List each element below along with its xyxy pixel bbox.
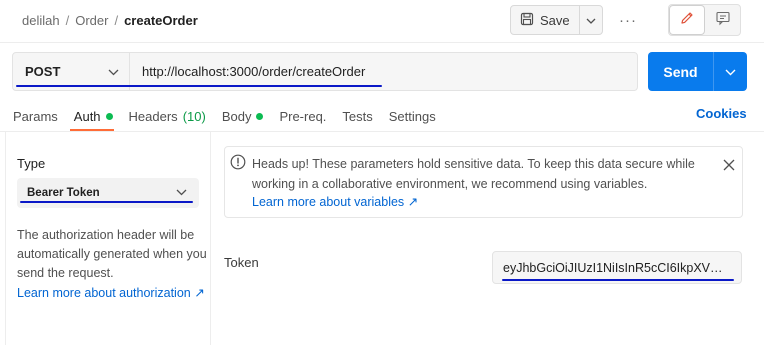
tab-label: Body: [221, 108, 252, 124]
auth-type-value: Bearer Token: [27, 187, 100, 199]
tab-headers[interactable]: Headers (10): [129, 106, 206, 126]
auth-type-label: Type: [17, 156, 46, 171]
breadcrumb: delilah / Order / createOrder: [22, 11, 198, 29]
headers-count: (10): [182, 108, 206, 124]
auth-description: The authorization header will be automat…: [17, 228, 207, 280]
breadcrumb-separator: /: [114, 12, 119, 28]
chevron-down-icon: [586, 11, 596, 29]
tab-label: Tests: [342, 108, 373, 124]
edit-mode-button[interactable]: [669, 5, 705, 35]
chevron-down-icon: [725, 63, 736, 81]
header-divider: [0, 42, 764, 43]
tab-tests[interactable]: Tests: [342, 106, 372, 126]
learn-more-variables-link[interactable]: Learn more about variables ↗: [252, 194, 418, 209]
learn-more-authorization-link[interactable]: Learn more about authorization ↗: [17, 285, 205, 300]
status-dot: [256, 112, 264, 120]
breadcrumb-workspace[interactable]: delilah: [22, 13, 60, 28]
send-options-button[interactable]: [714, 52, 747, 91]
save-options-button[interactable]: [580, 6, 602, 34]
save-button-group: Save: [510, 5, 603, 35]
annotation-underline: [16, 85, 382, 87]
chevron-down-icon: [176, 187, 187, 199]
tab-label: Settings: [388, 108, 436, 124]
send-button[interactable]: Send: [648, 52, 714, 91]
breadcrumb-collection[interactable]: Order: [75, 13, 108, 28]
page-title[interactable]: createOrder: [124, 13, 198, 28]
tab-label: Params: [13, 108, 58, 124]
auth-type-select[interactable]: Bearer Token: [17, 178, 199, 208]
pencil-icon: [679, 10, 695, 31]
tab-body[interactable]: Body: [222, 106, 264, 126]
tab-auth[interactable]: Auth: [74, 106, 113, 126]
save-button[interactable]: Save: [511, 6, 580, 34]
view-mode-toggle: [668, 4, 741, 36]
info-icon: [230, 154, 246, 170]
cookies-link[interactable]: Cookies: [696, 106, 747, 121]
tab-settings[interactable]: Settings: [389, 106, 436, 126]
comment-icon: [715, 10, 731, 31]
method-label: POST: [25, 64, 61, 79]
annotation-underline: [502, 279, 734, 281]
breadcrumb-separator: /: [65, 12, 70, 28]
chevron-down-icon: [108, 64, 119, 79]
save-label: Save: [540, 12, 570, 28]
tab-params[interactable]: Params: [13, 106, 58, 126]
save-icon: [520, 12, 534, 29]
token-label: Token: [224, 255, 259, 270]
comments-button[interactable]: [705, 5, 740, 35]
tab-label: Pre-req.: [279, 108, 327, 124]
more-actions-button[interactable]: ···: [614, 8, 642, 32]
request-tabs: Params Auth Headers (10) Body Pre-req. T…: [13, 106, 452, 126]
tab-pre-request[interactable]: Pre-req.: [279, 106, 326, 126]
notice-text: Heads up! These parameters hold sensitiv…: [252, 157, 695, 191]
close-icon[interactable]: [722, 158, 736, 172]
tab-label: Headers: [128, 108, 178, 124]
send-button-group: Send: [648, 52, 747, 91]
status-dot: [105, 112, 113, 120]
tab-label: Auth: [73, 108, 101, 124]
annotation-underline: [20, 201, 193, 203]
token-value: eyJhbGciOiJIUzI1NiIsInR5cCI6IkpXVCJ9: [503, 260, 731, 275]
